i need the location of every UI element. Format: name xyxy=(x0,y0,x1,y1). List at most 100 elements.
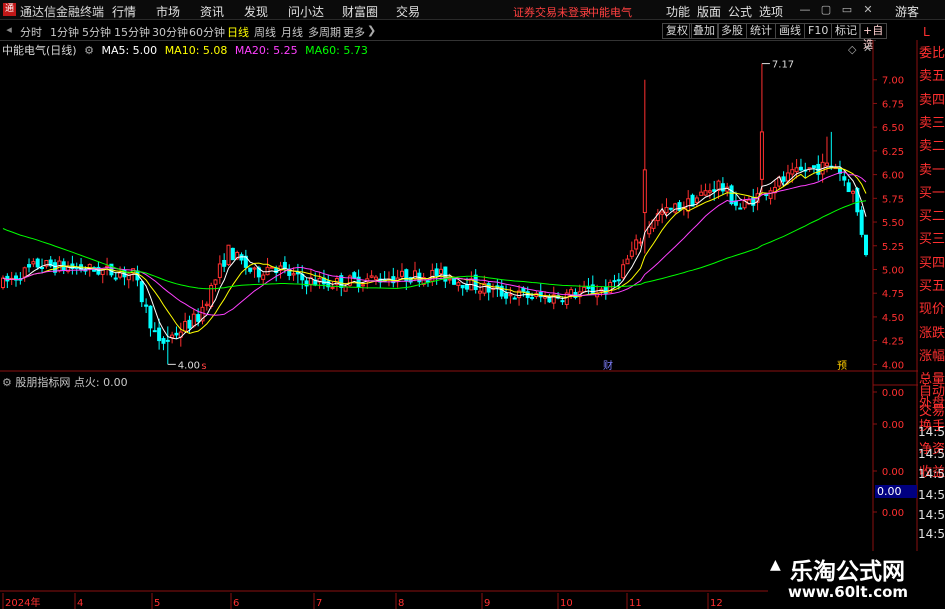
x-tick-label-8: 11 xyxy=(629,598,642,609)
candle-body-170 xyxy=(738,207,743,210)
x-tick-label-9: 12 xyxy=(710,598,723,609)
candle-body-143 xyxy=(621,264,626,279)
sub-settings-icon[interactable]: ⚙ xyxy=(2,376,12,389)
candle-body-42 xyxy=(183,320,188,332)
restore-icon[interactable]: ▭ xyxy=(839,2,855,18)
candle-body-141 xyxy=(612,280,617,283)
candle-body-67 xyxy=(291,273,296,276)
period-daily[interactable]: 日线 xyxy=(227,24,249,40)
candle-body-27 xyxy=(118,272,123,278)
period-1min[interactable]: 1分钟 xyxy=(50,24,79,40)
candle-body-144 xyxy=(625,258,630,265)
candle-body-35 xyxy=(152,330,157,333)
candle-body-164 xyxy=(712,189,717,192)
low-label: 4.00 xyxy=(178,360,200,371)
side-label-4: 卖二 xyxy=(919,139,945,155)
menu-caifuquan[interactable]: 财富圈 xyxy=(342,3,378,20)
tool-f10[interactable]: F10 xyxy=(804,23,833,39)
guest-label[interactable]: 游客 xyxy=(895,3,919,20)
candle-body-65 xyxy=(282,261,287,269)
login-status[interactable]: 证券交易未登录 xyxy=(513,4,590,20)
period-5min[interactable]: 5分钟 xyxy=(82,24,111,40)
side-time-2: 14:56 xyxy=(918,467,945,481)
side-label-8: 买三 xyxy=(919,232,945,248)
candle-body-160 xyxy=(694,197,699,203)
menu-banmian[interactable]: 版面 xyxy=(697,3,721,20)
watermark: ▲ 乐淘公式网 www.60lt.com xyxy=(768,551,930,609)
menu-gongshi[interactable]: 公式 xyxy=(728,3,752,20)
candle-body-5 xyxy=(22,267,27,278)
candle-body-142 xyxy=(616,279,621,282)
tool-huaxian[interactable]: 画线 xyxy=(775,23,805,39)
tool-diejia[interactable]: 叠加 xyxy=(689,23,719,39)
candle-body-34 xyxy=(148,305,153,329)
sub-indicator-name: 股朋指标网 xyxy=(15,376,71,389)
candle-body-9 xyxy=(40,267,45,270)
app-title: 通达信金融终端 xyxy=(20,5,105,19)
candle-body-118 xyxy=(512,297,517,300)
candle-body-120 xyxy=(521,287,526,292)
candle-body-153 xyxy=(664,207,669,213)
candle-body-152 xyxy=(660,211,665,215)
ma10-line xyxy=(2,167,867,335)
side-label-1: 卖五 xyxy=(919,69,945,85)
kline-chart[interactable]: 7.00 6.75 6.50 6.25 6.00 5.75 5.50 5.25 5.00 4.75… xyxy=(0,40,918,609)
close-indicator-icon[interactable]: ✕ xyxy=(863,42,872,55)
period-15min[interactable]: 15分钟 xyxy=(114,24,150,40)
period-weekly[interactable]: 周线 xyxy=(254,24,276,40)
sub-tick-label-0: 0.00 xyxy=(882,388,904,399)
minimize-icon[interactable]: — xyxy=(797,2,813,18)
watermark-logo-icon: ▲ xyxy=(770,557,781,573)
settings-icon[interactable]: ⚙ xyxy=(84,44,94,57)
period-60min[interactable]: 60分钟 xyxy=(189,24,225,40)
candle-body-145 xyxy=(629,250,634,257)
menu-shichang[interactable]: 市场 xyxy=(156,3,180,20)
diamond-icon[interactable]: ◇ xyxy=(848,43,856,56)
candle-body-177 xyxy=(768,190,773,199)
menu-zixun[interactable]: 资讯 xyxy=(200,3,224,20)
menu-faxian[interactable]: 发现 xyxy=(244,3,268,20)
menu-xuanxiang[interactable]: 选项 xyxy=(759,3,783,20)
tool-add-favorite[interactable]: +自选 xyxy=(859,23,888,51)
tool-biaoji[interactable]: 标记 xyxy=(831,23,861,39)
candle-body-187 xyxy=(811,165,816,169)
y-tick-label-9: 4.75 xyxy=(882,289,904,300)
menu-wenxiaoda[interactable]: 问小达 xyxy=(288,3,324,20)
y-tick-label-7: 5.25 xyxy=(882,242,904,253)
candle-body-33 xyxy=(144,304,149,307)
period-more[interactable]: 更多 xyxy=(343,24,365,40)
candle-body-103 xyxy=(447,278,452,281)
candle-body-148 xyxy=(642,169,647,214)
period-multi[interactable]: 多周期 xyxy=(308,24,341,40)
x-tick-label-4: 7 xyxy=(316,598,322,609)
candle-body-81 xyxy=(352,272,357,279)
event-marker-0: s xyxy=(201,361,206,372)
candle-body-146 xyxy=(634,239,639,250)
y-tick-label-10: 4.50 xyxy=(882,313,904,324)
menu-gongneng[interactable]: 功能 xyxy=(666,3,690,20)
app-logo-icon: 通 xyxy=(3,3,16,16)
candle-body-107 xyxy=(465,284,470,290)
candle-body-180 xyxy=(781,176,786,182)
candle-body-183 xyxy=(794,167,799,173)
maximize-icon[interactable]: ▢ xyxy=(818,2,834,18)
menu-jiaoyi[interactable]: 交易 xyxy=(396,3,420,20)
menu-hangqing[interactable]: 行情 xyxy=(112,3,136,20)
tool-fuquan[interactable]: 复权 xyxy=(662,23,692,39)
candle-body-162 xyxy=(703,190,708,196)
sub-tick-label-3: 0.00 xyxy=(882,508,904,519)
side-label-7: 买二 xyxy=(919,209,945,225)
tool-l-button[interactable]: L xyxy=(923,25,930,39)
period-fenshi[interactable]: 分时 xyxy=(20,24,42,40)
period-30min[interactable]: 30分钟 xyxy=(152,24,188,40)
high-label: 7.17 xyxy=(772,60,794,71)
chevron-right-icon[interactable]: ❯ xyxy=(367,24,376,37)
close-icon[interactable]: ✕ xyxy=(860,2,876,18)
candle-body-50 xyxy=(217,263,222,278)
tool-duogu[interactable]: 多股 xyxy=(717,23,747,39)
tool-tongji[interactable]: 统计 xyxy=(746,23,776,39)
collapse-icon[interactable]: ◂ xyxy=(1,22,17,38)
candle-body-43 xyxy=(187,319,192,329)
candle-body-44 xyxy=(191,313,196,327)
period-monthly[interactable]: 月线 xyxy=(281,24,303,40)
